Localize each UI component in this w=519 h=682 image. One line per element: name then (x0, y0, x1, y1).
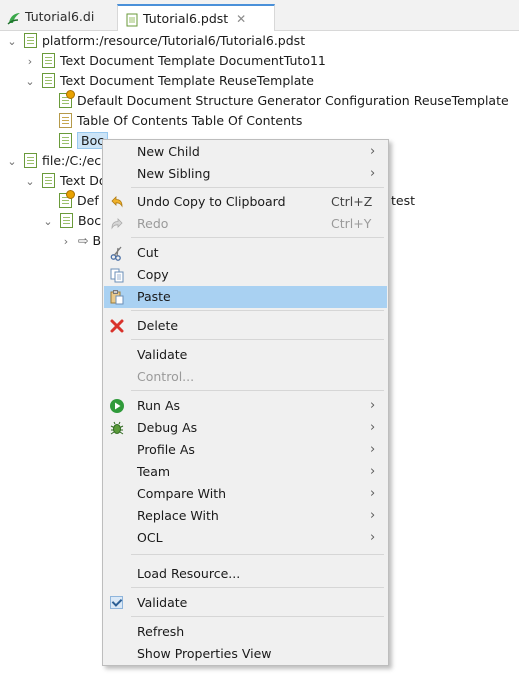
menu-separator (131, 587, 384, 588)
menu-item-load-resource[interactable]: Load Resource... (104, 563, 387, 585)
chevron-right-icon[interactable]: › (24, 52, 36, 72)
document-template-icon (42, 53, 55, 68)
table-of-contents-icon (59, 113, 72, 128)
tree-item-label: Default Document Structure Generator Con… (77, 93, 509, 108)
tree-item-documenttuto11[interactable]: › Text Document Template DocumentTuto11 (24, 51, 326, 71)
tab-tutorial6-pdst[interactable]: Tutorial6.pdst ✕ (117, 4, 275, 31)
menu-item-undo[interactable]: Undo Copy to Clipboard Ctrl+Z (104, 191, 387, 213)
chevron-right-icon[interactable]: › (60, 232, 72, 252)
reference-arrow-icon: ⇨ (78, 233, 89, 248)
menu-item-redo[interactable]: Redo Ctrl+Y (104, 213, 387, 235)
generator-config-icon (59, 90, 75, 108)
tree-item-generator-config[interactable]: Default Document Structure Generator Con… (59, 90, 509, 111)
menu-separator (131, 310, 384, 311)
body-element-icon (59, 133, 72, 148)
resource-file-icon (24, 33, 37, 48)
redo-icon (109, 216, 125, 232)
tree-item-label: Table Of Contents Table Of Contents (77, 113, 303, 128)
tree-item-label: B (92, 233, 102, 248)
menu-item-validate[interactable]: Validate (104, 344, 387, 366)
menu-separator (131, 390, 384, 391)
menu-item-debug-as[interactable]: Debug As › (104, 417, 387, 439)
run-icon (109, 398, 125, 414)
menu-item-delete[interactable]: Delete (104, 315, 387, 337)
papyrus-diagram-icon (6, 9, 22, 25)
menu-item-compare-with[interactable]: Compare With › (104, 483, 387, 505)
menu-item-refresh[interactable]: Refresh (104, 621, 387, 643)
menu-item-new-child[interactable]: New Child › (104, 141, 387, 163)
submenu-arrow-icon: › (370, 508, 376, 523)
tree-item-r2-body[interactable]: ⌄ Boc (42, 211, 101, 231)
generator-config-icon (59, 190, 75, 208)
tree-item-label: Text Document Template ReuseTemplate (60, 73, 314, 88)
checkmark-icon (110, 596, 123, 609)
menu-item-control[interactable]: Control... (104, 366, 387, 388)
menu-separator (131, 187, 384, 188)
submenu-arrow-icon: › (370, 486, 376, 501)
tree-item-label-tail: test (391, 193, 416, 208)
tree-item-body-selected[interactable]: Boc (59, 131, 109, 151)
submenu-arrow-icon: › (370, 166, 376, 181)
tree-item-r2-body-child[interactable]: › ⇨ B (60, 231, 101, 251)
delete-icon (109, 318, 125, 334)
menu-separator (131, 237, 384, 238)
menu-item-validate-toggle[interactable]: Validate (104, 592, 387, 614)
tree-item-label: platform:/resource/Tutorial6/Tutorial6.p… (42, 33, 306, 48)
tree-item-label: Boc (78, 213, 102, 228)
resource-file-icon (24, 153, 37, 168)
menu-item-copy[interactable]: Copy (104, 264, 387, 286)
tree-item-r2-config-tail: test (391, 191, 415, 211)
tree-item-reusetemplate[interactable]: ⌄ Text Document Template ReuseTemplate (24, 71, 314, 91)
tab-label: Tutorial6.pdst (143, 11, 229, 26)
submenu-arrow-icon: › (370, 420, 376, 435)
chevron-down-icon[interactable]: ⌄ (6, 152, 18, 172)
tree-item-label: Text Do (60, 173, 107, 188)
menu-item-run-as[interactable]: Run As › (104, 395, 387, 417)
chevron-down-icon[interactable]: ⌄ (6, 32, 18, 52)
paste-icon (109, 289, 125, 305)
menu-separator (131, 339, 384, 340)
document-template-icon (42, 173, 55, 188)
tree-item-root2[interactable]: ⌄ file:/C:/ecl (6, 151, 105, 171)
tree-item-label: Def (77, 193, 99, 208)
submenu-arrow-icon: › (370, 442, 376, 457)
scissors-icon (109, 245, 125, 261)
tab-tutorial6-di[interactable]: Tutorial6.di (0, 4, 106, 30)
copy-icon (109, 267, 125, 283)
tree-item-root1[interactable]: ⌄ platform:/resource/Tutorial6/Tutorial6.… (6, 31, 305, 51)
body-element-icon (60, 213, 73, 228)
menu-item-profile-as[interactable]: Profile As › (104, 439, 387, 461)
editor-tab-bar: Tutorial6.di Tutorial6.pdst ✕ (0, 0, 519, 31)
menu-separator (131, 616, 384, 617)
tree-item-label: file:/C:/ecl (42, 153, 105, 168)
tree-item-r2-config[interactable]: Def (59, 190, 99, 211)
chevron-down-icon[interactable]: ⌄ (24, 72, 36, 92)
menu-item-paste[interactable]: Paste (104, 286, 387, 308)
chevron-down-icon[interactable]: ⌄ (24, 172, 36, 192)
menu-item-show-properties[interactable]: Show Properties View (104, 643, 387, 665)
menu-item-ocl[interactable]: OCL › (104, 527, 387, 549)
submenu-arrow-icon: › (370, 398, 376, 413)
context-menu: New Child › New Sibling › Undo Copy to Cli… (102, 139, 389, 666)
close-icon[interactable]: ✕ (236, 6, 246, 32)
menu-item-replace-with[interactable]: Replace With › (104, 505, 387, 527)
menu-separator (131, 554, 384, 555)
tab-label: Tutorial6.di (25, 9, 95, 24)
document-template-icon (42, 73, 55, 88)
pdst-editor-icon (124, 11, 140, 27)
submenu-arrow-icon: › (370, 464, 376, 479)
menu-item-cut[interactable]: Cut (104, 242, 387, 264)
submenu-arrow-icon: › (370, 530, 376, 545)
chevron-down-icon[interactable]: ⌄ (42, 212, 54, 232)
undo-icon (109, 194, 125, 210)
submenu-arrow-icon: › (370, 144, 376, 159)
menu-item-new-sibling[interactable]: New Sibling › (104, 163, 387, 185)
tree-item-label: Text Document Template DocumentTuto11 (60, 53, 326, 68)
bug-icon (109, 420, 125, 436)
menu-item-team[interactable]: Team › (104, 461, 387, 483)
tree-item-toc[interactable]: Table Of Contents Table Of Contents (59, 111, 302, 131)
tree-item-r2-template[interactable]: ⌄ Text Do (24, 171, 107, 191)
